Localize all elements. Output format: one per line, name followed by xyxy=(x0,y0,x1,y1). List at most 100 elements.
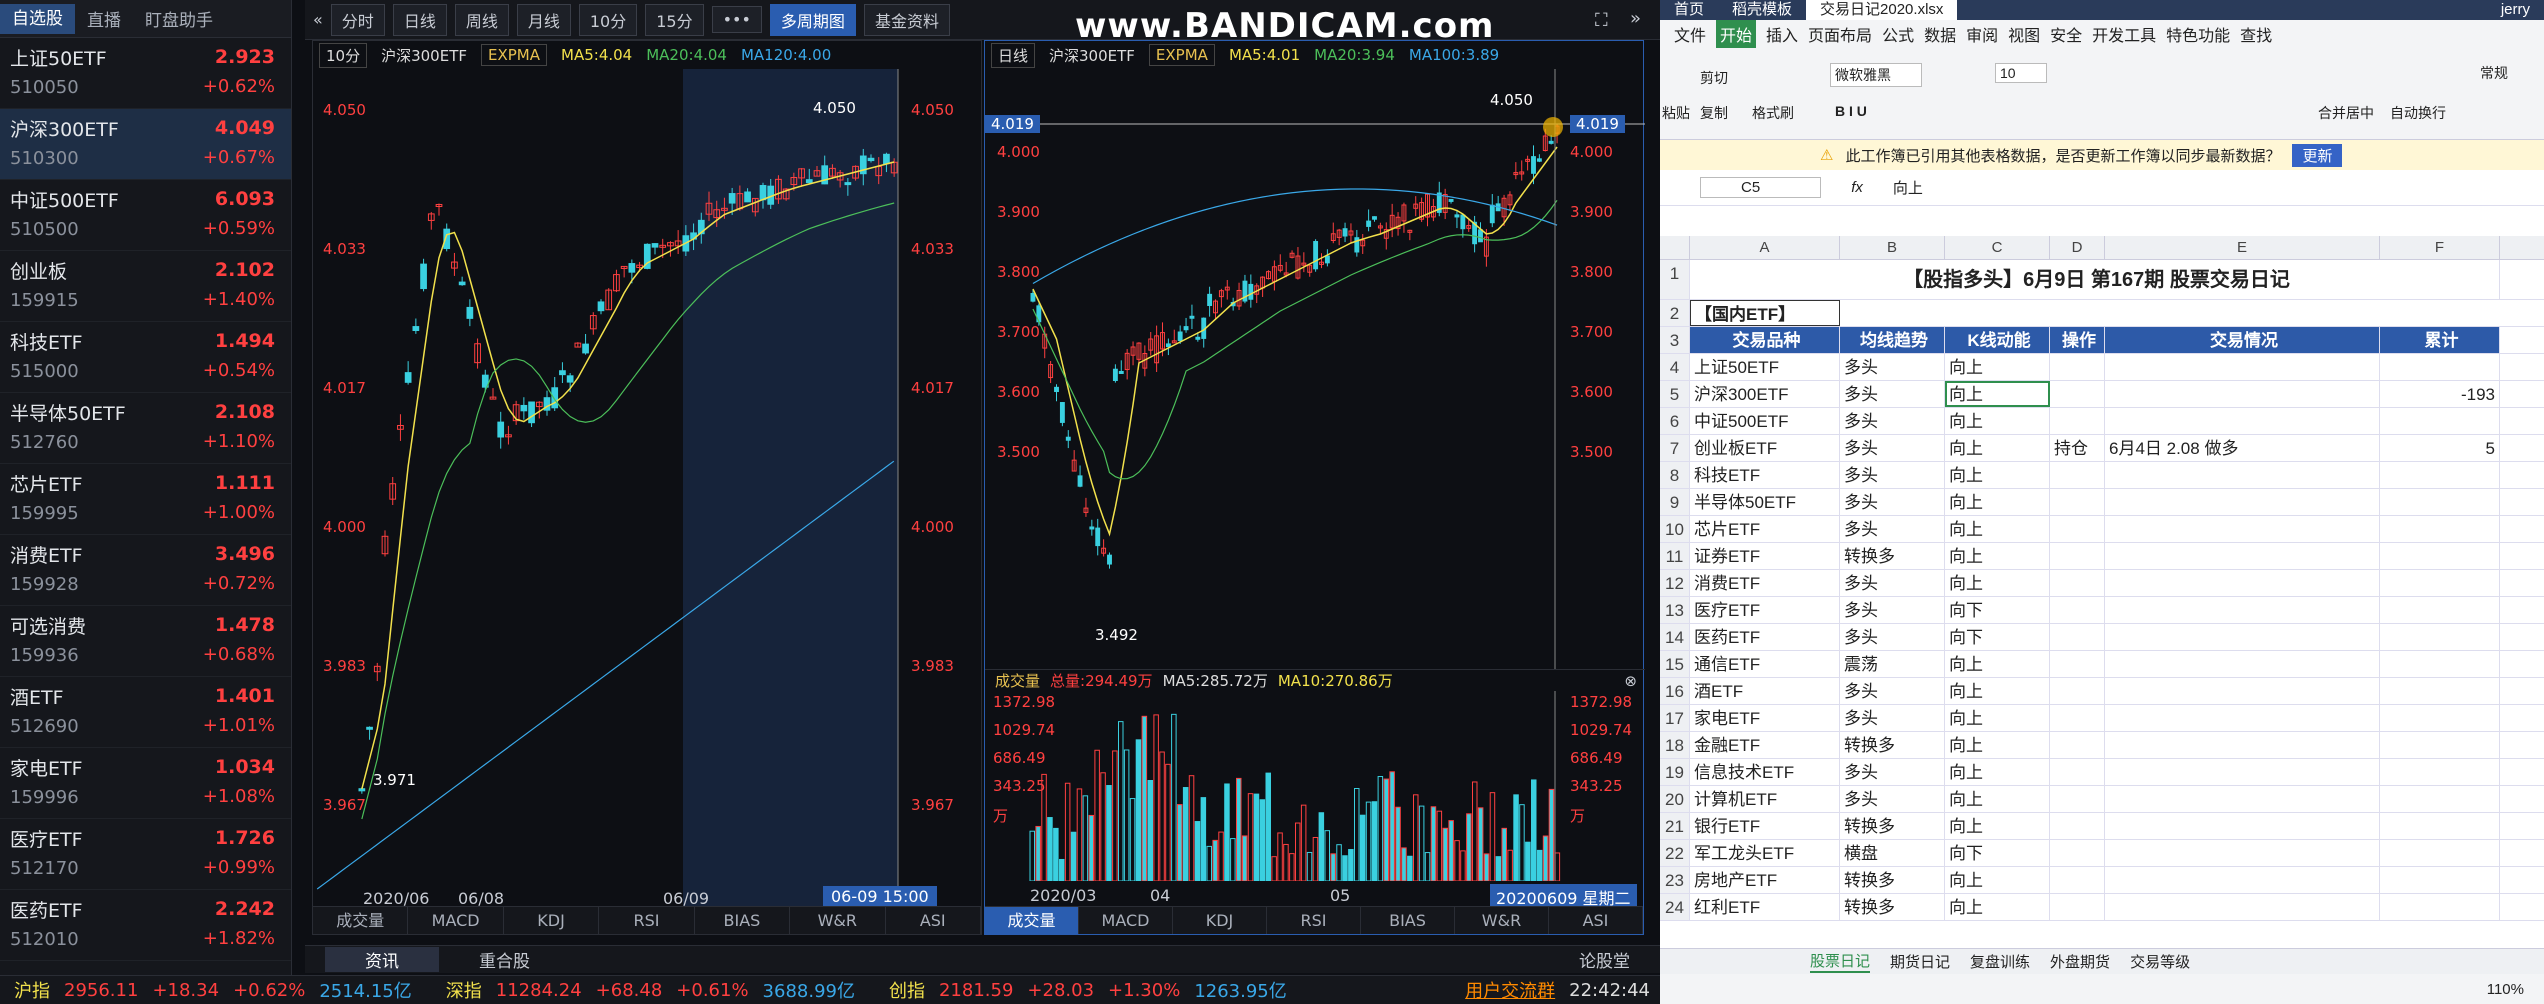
user-group-link[interactable]: 用户交流群 xyxy=(1465,977,1555,1003)
cell-ref-box[interactable]: C5 xyxy=(1700,177,1822,198)
btn-more[interactable]: ••• xyxy=(711,6,762,33)
cell[interactable] xyxy=(2050,867,2105,893)
cell[interactable] xyxy=(2105,732,2380,758)
cell[interactable] xyxy=(2105,516,2380,542)
font-select[interactable]: 微软雅黑 xyxy=(1830,63,1922,87)
btn-10min[interactable]: 10分 xyxy=(578,3,638,36)
cell[interactable]: 向上 xyxy=(1945,759,2050,785)
cell[interactable] xyxy=(2050,732,2105,758)
cell[interactable]: 持仓 xyxy=(2050,435,2105,461)
btn-15min[interactable]: 15分 xyxy=(645,3,704,36)
menu-search[interactable]: 查找 xyxy=(2240,22,2272,46)
menu-start[interactable]: 开始 xyxy=(1716,20,1757,48)
sheet-tab[interactable]: 复盘训练 xyxy=(1970,951,2030,972)
watchlist-item[interactable]: 家电ETF 159996 1.034 +1.08% xyxy=(0,748,291,819)
column-header[interactable]: A xyxy=(1690,236,1840,259)
cell[interactable]: 银行ETF xyxy=(1690,813,1840,839)
cell[interactable]: 向上 xyxy=(1945,813,2050,839)
left-indicator-select[interactable]: EXPMA xyxy=(481,44,548,66)
cell[interactable] xyxy=(2105,489,2380,515)
cell[interactable] xyxy=(2050,516,2105,542)
menu-review[interactable]: 审阅 xyxy=(1966,22,1998,46)
cell[interactable] xyxy=(2050,354,2105,380)
cell[interactable]: 向下 xyxy=(1945,840,2050,866)
update-button[interactable]: 更新 xyxy=(2292,143,2343,167)
watchlist-item[interactable]: 中证500ETF 510500 6.093 +0.59% xyxy=(0,180,291,251)
menu-data[interactable]: 数据 xyxy=(1924,22,1956,46)
menu-dev[interactable]: 开发工具 xyxy=(2092,22,2156,46)
cell[interactable] xyxy=(2050,840,2105,866)
cell[interactable]: 6月4日 2.08 做多 xyxy=(2105,435,2380,461)
cell[interactable]: 转换多 xyxy=(1840,732,1945,758)
watchlist-item[interactable]: 芯片ETF 159995 1.111 +1.00% xyxy=(0,464,291,535)
btn-weekly[interactable]: 周线 xyxy=(454,3,509,36)
menu-insert[interactable]: 插入 xyxy=(1766,22,1798,46)
menu-formula[interactable]: 公式 xyxy=(1882,22,1914,46)
cell[interactable] xyxy=(2380,570,2500,596)
cell[interactable]: 医药ETF xyxy=(1690,624,1840,650)
cell[interactable]: 多头 xyxy=(1840,678,1945,704)
cell[interactable]: 多头 xyxy=(1840,759,1945,785)
cell[interactable] xyxy=(2105,570,2380,596)
btn-daily[interactable]: 日线 xyxy=(392,3,447,36)
menu-security[interactable]: 安全 xyxy=(2050,22,2082,46)
header-cell[interactable]: 操作 xyxy=(2050,327,2105,353)
copy-button[interactable]: 复制 xyxy=(1700,103,1728,123)
cell[interactable] xyxy=(2380,624,2500,650)
cell[interactable] xyxy=(2105,408,2380,434)
cell[interactable]: 房地产ETF xyxy=(1690,867,1840,893)
btn-monthly[interactable]: 月线 xyxy=(516,3,571,36)
tab-assistant[interactable]: 盯盘助手 xyxy=(133,6,225,31)
bold-icon[interactable]: B I U xyxy=(1835,103,1867,119)
header-cell[interactable]: K线动能 xyxy=(1945,327,2050,353)
cell[interactable] xyxy=(2105,759,2380,785)
cell[interactable]: 向上 xyxy=(1945,867,2050,893)
sheet-tab[interactable]: 期货日记 xyxy=(1890,951,1950,972)
cell[interactable] xyxy=(2105,354,2380,380)
cell[interactable] xyxy=(2380,489,2500,515)
cell[interactable] xyxy=(2380,516,2500,542)
cell[interactable] xyxy=(2380,786,2500,812)
cell[interactable] xyxy=(2380,408,2500,434)
column-header[interactable]: F xyxy=(2380,236,2500,259)
cell[interactable]: 中证500ETF xyxy=(1690,408,1840,434)
cell[interactable]: 科技ETF xyxy=(1690,462,1840,488)
cell[interactable]: 金融ETF xyxy=(1690,732,1840,758)
watchlist-item[interactable]: 酒ETF 512690 1.401 +1.01% xyxy=(0,677,291,748)
cell[interactable] xyxy=(2380,894,2500,920)
cell[interactable] xyxy=(2050,381,2105,407)
menu-view[interactable]: 视图 xyxy=(2008,22,2040,46)
sheet-tab[interactable]: 交易等级 xyxy=(2130,951,2190,972)
cell[interactable]: 多头 xyxy=(1840,462,1945,488)
right-tab-rsi[interactable]: RSI xyxy=(1267,907,1361,934)
cell[interactable] xyxy=(2050,759,2105,785)
cell[interactable]: 向上 xyxy=(1945,786,2050,812)
section-label[interactable]: 【国内ETF】 xyxy=(1690,300,1840,326)
right-tab-asi[interactable]: ASI xyxy=(1549,907,1643,934)
tab-watchlist[interactable]: 自选股 xyxy=(0,3,75,34)
cell[interactable] xyxy=(2380,759,2500,785)
cell[interactable] xyxy=(2050,570,2105,596)
menu-file[interactable]: 文件 xyxy=(1674,22,1706,46)
cell[interactable] xyxy=(2105,597,2380,623)
cell[interactable]: 向上 xyxy=(1945,705,2050,731)
cell[interactable]: 上证50ETF xyxy=(1690,354,1840,380)
right-tab-kdj[interactable]: KDJ xyxy=(1173,907,1267,934)
cell[interactable] xyxy=(2050,894,2105,920)
cell[interactable] xyxy=(2380,543,2500,569)
cell[interactable] xyxy=(2050,651,2105,677)
cell[interactable]: 向上 xyxy=(1945,543,2050,569)
left-tab-kdj[interactable]: KDJ xyxy=(504,907,600,934)
cell[interactable]: 向下 xyxy=(1945,597,2050,623)
cell[interactable]: 向上 xyxy=(1945,570,2050,596)
cell[interactable] xyxy=(2380,867,2500,893)
cell[interactable]: 多头 xyxy=(1840,381,1945,407)
cell[interactable]: 多头 xyxy=(1840,489,1945,515)
right-indicator-select[interactable]: EXPMA xyxy=(1148,44,1215,66)
cell[interactable]: 向上 xyxy=(1945,489,2050,515)
collapse-right-icon[interactable]: » xyxy=(1630,8,1641,29)
cell[interactable] xyxy=(2105,381,2380,407)
tab-home[interactable]: 首页 xyxy=(1660,0,1718,20)
cell[interactable] xyxy=(2380,651,2500,677)
watchlist-item[interactable]: 上证50ETF 510050 2.923 +0.62% xyxy=(0,38,291,109)
